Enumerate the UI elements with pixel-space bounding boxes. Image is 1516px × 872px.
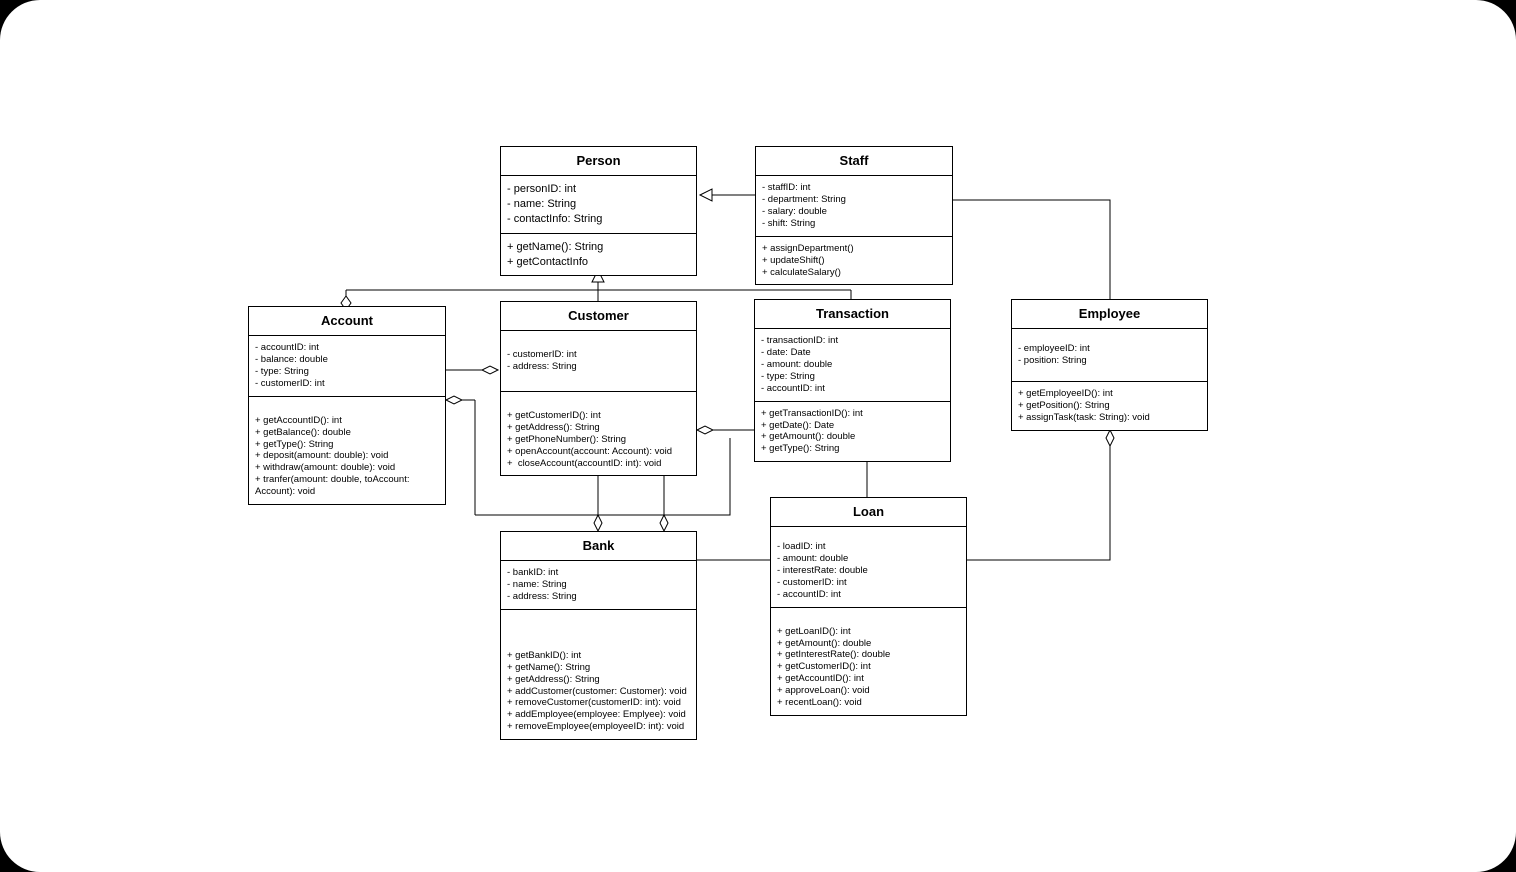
class-bank-name: Bank (501, 532, 696, 561)
uml-canvas: …… Diagram for Bank Management (0, 0, 1516, 872)
class-loan-attributes: - loadID: int - amount: double - interes… (771, 527, 966, 607)
class-person: Person - personID: int - name: String - … (500, 146, 697, 276)
class-customer-name: Customer (501, 302, 696, 331)
class-customer: Customer - customerID: int - address: St… (500, 301, 697, 476)
rel-account-customer-2 (446, 396, 475, 515)
class-person-attributes: - personID: int - name: String - contact… (501, 176, 696, 234)
class-employee-name: Employee (1012, 300, 1207, 329)
class-employee-methods: + getEmployeeID(): int + getPosition(): … (1012, 382, 1207, 430)
diagram-page: { "diagram": { "title_fragment": "…… Dia… (0, 0, 1516, 872)
class-account-name: Account (249, 307, 445, 336)
class-loan-methods: + getLoanID(): int + getAmount(): double… (771, 608, 966, 715)
rel-employee-staff (953, 200, 1110, 300)
class-staff: Staff - staffID: int - department: Strin… (755, 146, 953, 285)
class-person-name: Person (501, 147, 696, 176)
class-transaction-attributes: - transactionID: int - date: Date - amou… (755, 329, 950, 401)
class-account-attributes: - accountID: int - balance: double - typ… (249, 336, 445, 397)
class-account: Account - accountID: int - balance: doub… (248, 306, 446, 505)
class-bank-attributes: - bankID: int - name: String - address: … (501, 561, 696, 610)
class-bank-methods: + getBankID(): int + getName(): String +… (501, 610, 696, 739)
rel-transaction-customer (697, 426, 754, 434)
rel-staff-person (700, 189, 755, 201)
class-staff-methods: + assignDepartment() + updateShift() + c… (756, 237, 952, 285)
class-person-methods: + getName(): String + getContactInfo (501, 234, 696, 276)
class-customer-methods: + getCustomerID(): int + getAddress(): S… (501, 392, 696, 475)
class-loan-name: Loan (771, 498, 966, 527)
class-staff-name: Staff (756, 147, 952, 176)
class-employee: Employee - employeeID: int - position: S… (1011, 299, 1208, 431)
class-account-methods: + getAccountID(): int + getBalance(): do… (249, 397, 445, 504)
class-transaction-name: Transaction (755, 300, 950, 329)
class-transaction: Transaction - transactionID: int - date:… (754, 299, 951, 462)
rel-customer-account (446, 366, 498, 374)
class-customer-attributes: - customerID: int - address: String (501, 331, 696, 392)
class-loan: Loan - loadID: int - amount: double - in… (770, 497, 967, 716)
class-transaction-methods: + getTransactionID(): int + getDate(): D… (755, 402, 950, 462)
class-bank: Bank - bankID: int - name: String - addr… (500, 531, 697, 740)
class-employee-attributes: - employeeID: int - position: String (1012, 329, 1207, 382)
class-staff-attributes: - staffID: int - department: String - sa… (756, 176, 952, 237)
